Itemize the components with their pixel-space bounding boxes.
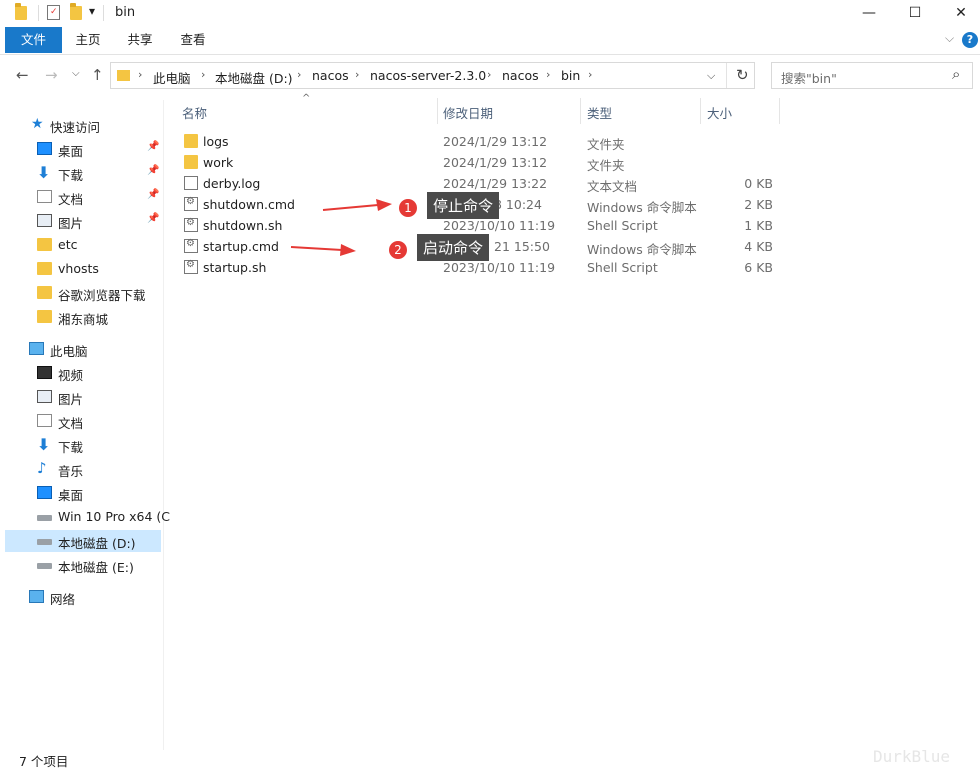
annotation-callout-start: 启动命令 — [417, 234, 490, 261]
watermark: DurkBlue — [872, 747, 950, 766]
arrow-stop — [322, 199, 392, 211]
annotation-callout-stop: 停止命令 — [427, 192, 500, 219]
arrow-start — [290, 244, 356, 256]
status-item-count: 7 个项目 — [19, 754, 69, 769]
annotation-badge-2: 2 — [389, 241, 407, 259]
annotation-arrows — [290, 199, 392, 256]
annotation-badge-1: 1 — [399, 199, 417, 217]
